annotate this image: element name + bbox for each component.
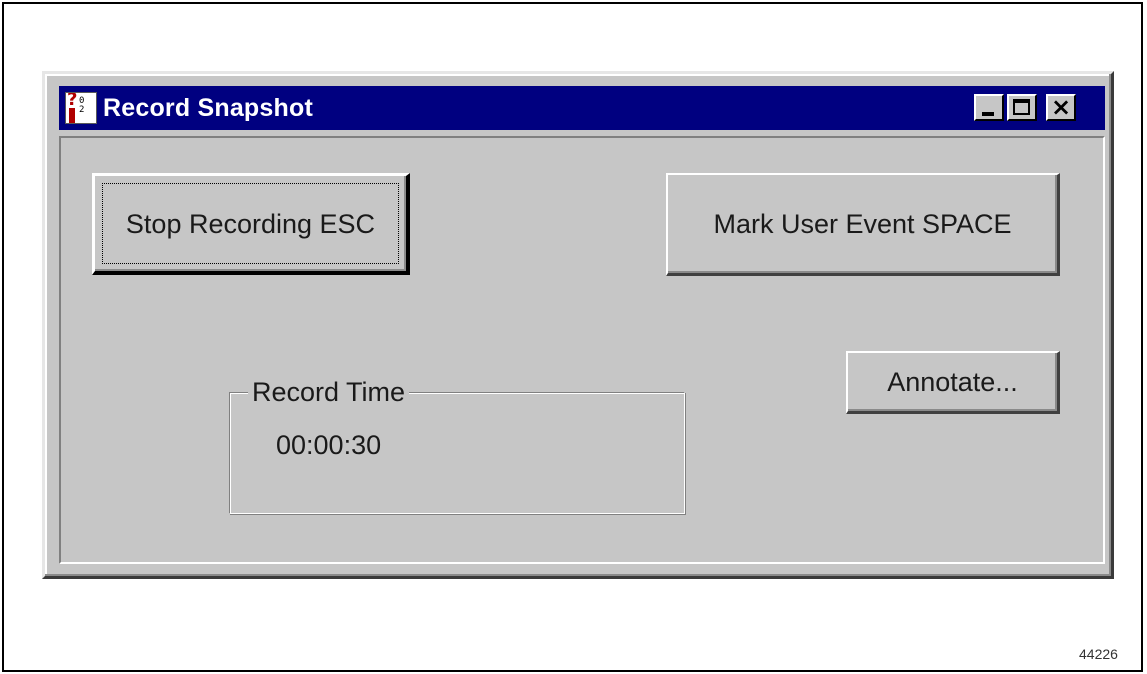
close-button[interactable]: × (1046, 94, 1076, 121)
stop-recording-button[interactable]: Stop Recording ESC (92, 173, 410, 275)
window-title: Record Snapshot (103, 94, 313, 122)
figure-id: 44226 (1079, 646, 1118, 662)
close-icon: × (1050, 93, 1072, 121)
app-icon-digits: 02 (79, 96, 85, 115)
record-time-value: 00:00:30 (276, 430, 382, 460)
record-snapshot-app-icon[interactable]: ? 02 (65, 92, 97, 124)
title-bar[interactable]: ? 02 Record Snapshot × (59, 86, 1105, 130)
annotate-button[interactable]: Annotate... (846, 351, 1060, 414)
annotate-label: Annotate... (887, 367, 1018, 397)
minimize-icon (982, 112, 994, 116)
mark-user-event-button[interactable]: Mark User Event SPACE (666, 173, 1060, 276)
stop-recording-label: Stop Recording ESC (125, 208, 376, 239)
maximize-button[interactable] (1007, 94, 1037, 121)
figure-frame: ? 02 Record Snapshot × Stop Recording ES… (2, 2, 1143, 672)
maximize-icon (1013, 99, 1030, 115)
minimize-button[interactable] (974, 94, 1004, 121)
record-time-label: Record Time (248, 375, 410, 409)
mark-user-event-label: Mark User Event SPACE (713, 209, 1012, 239)
